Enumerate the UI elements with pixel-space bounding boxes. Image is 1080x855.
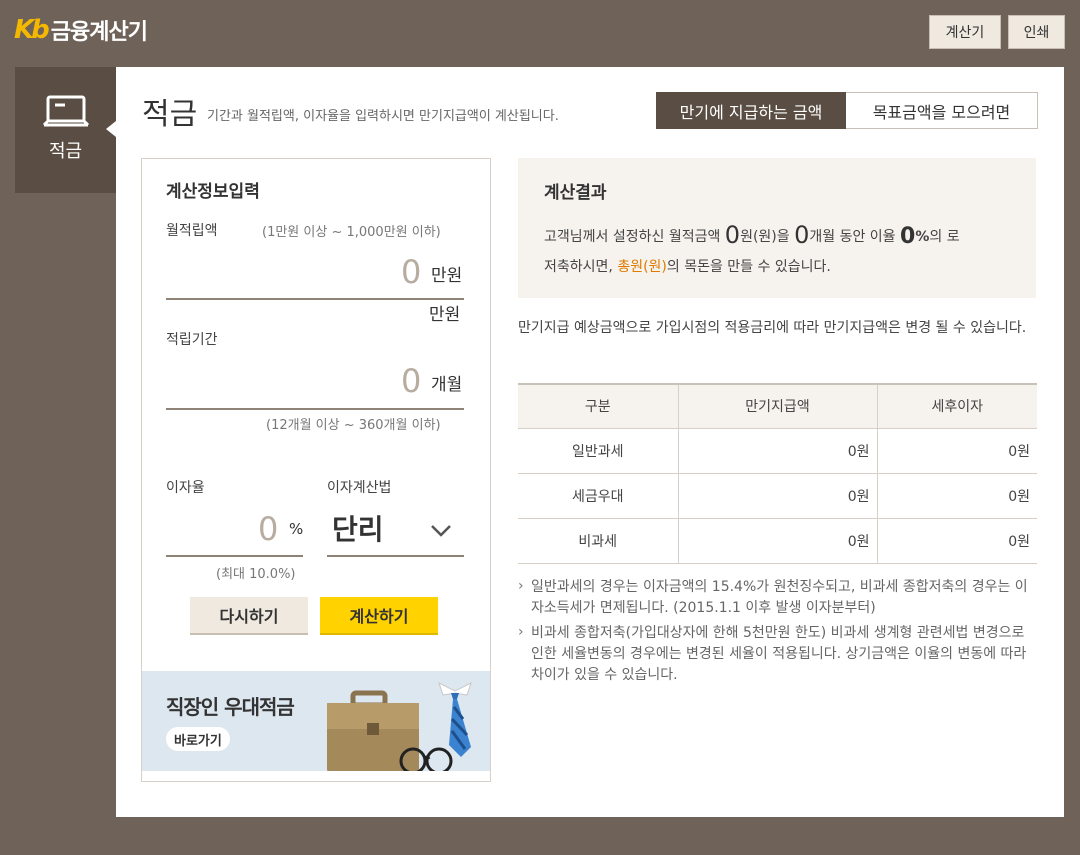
note-item: 일반과세의 경우는 이자금액의 15.4%가 원천징수되고, 비과세 종합저축의… — [518, 576, 1038, 619]
table-header-row: 구분 만기지급액 세후이자 — [518, 383, 1037, 429]
calculator-button[interactable]: 계산기 — [929, 15, 1001, 49]
period-unit: 개월 — [431, 375, 463, 395]
method-label: 이자계산법 — [327, 480, 392, 496]
table-cell: 0원 — [876, 428, 1037, 474]
calculate-button[interactable]: 계산하기 — [320, 597, 438, 635]
monthly-amount-hint: (1만원 이상 ~ 1,000만원 이하) — [262, 225, 441, 240]
table-cell: 0원 — [677, 428, 877, 474]
table-cell: 세금우대 — [518, 473, 678, 519]
table-header-category: 구분 — [518, 383, 678, 429]
result-text: 고객님께서 설정하신 월적금액 0원(원)을 0개월 동안 이율 0%의 로 저축… — [544, 220, 1024, 282]
tab-maturity-amount[interactable]: 만기에 지급하는 금액 — [656, 92, 846, 129]
period-underline — [166, 408, 464, 410]
table-cell: 비과세 — [518, 518, 678, 564]
maturity-notice: 만기지급 예상금액으로 가입시점의 적용금리에 따라 만기지급액은 변경 될 수… — [518, 320, 1027, 336]
monthly-amount-unit: 만원 — [431, 266, 463, 286]
period-hint: (12개월 이상 ~ 360개월 이하) — [266, 418, 441, 433]
result-total: 총원(원) — [617, 259, 667, 275]
app-logo: Kb 금융계산기 — [14, 14, 148, 46]
result-text-part: 의 목돈을 만들 수 있습니다. — [666, 259, 831, 275]
sidebar-item-savings[interactable]: 적금 — [15, 67, 116, 193]
monthly-amount-sub-unit: 만원 — [429, 305, 461, 325]
active-pointer — [106, 121, 116, 137]
rate-unit: % — [289, 520, 304, 538]
reset-button[interactable]: 다시하기 — [190, 597, 308, 635]
sidebar-item-label: 적금 — [48, 141, 83, 162]
tab-target-amount[interactable]: 목표금액을 모으려면 — [846, 92, 1038, 129]
rate-label: 이자율 — [166, 480, 205, 496]
table-row: 비과세 0원 0원 — [518, 518, 1037, 564]
page-title: 적금 — [142, 97, 198, 132]
period-input[interactable]: 0 — [401, 362, 421, 400]
table-row: 세금우대 0원 0원 — [518, 473, 1037, 519]
method-underline — [327, 555, 464, 557]
note-item: 비과세 종합저축(가입대상자에 한해 5천만원 한도) 비과세 생계형 관련세법… — [518, 622, 1038, 686]
print-button[interactable]: 인쇄 — [1008, 15, 1065, 49]
period-label: 적립기간 — [166, 332, 218, 348]
page-description: 기간과 월적립액, 이자율을 입력하시면 만기지급액이 계산됩니다. — [207, 109, 559, 124]
notes-list: 일반과세의 경우는 이자금액의 15.4%가 원천징수되고, 비과세 종합저축의… — [518, 576, 1038, 690]
banner-title: 직장인 우대적금 — [166, 695, 295, 719]
result-text-part: 의 로 — [929, 229, 960, 245]
result-text-part: 저축하시면, — [544, 259, 618, 275]
table-cell: 일반과세 — [518, 428, 678, 474]
interest-method-select[interactable]: 단리 — [332, 508, 384, 548]
result-summary: 계산결과 고객님께서 설정하신 월적금액 0원(원)을 0개월 동안 이율 0%… — [518, 158, 1036, 298]
table-cell: 0원 — [677, 473, 877, 519]
result-rate: 0 — [900, 224, 916, 249]
promo-banner[interactable]: 직장인 우대적금 바로가기 — [142, 671, 490, 771]
result-rate-unit: % — [915, 229, 930, 245]
banner-link-button[interactable]: 바로가기 — [166, 727, 230, 751]
briefcase-tie-glasses-illustration — [327, 682, 472, 771]
chevron-down-icon[interactable] — [430, 524, 452, 538]
result-text-part: 고객님께서 설정하신 월적금액 — [544, 229, 725, 245]
table-row: 일반과세 0원 0원 — [518, 428, 1037, 474]
app-title: 금융계산기 — [50, 20, 148, 45]
rate-hint: (최대 10.0%) — [216, 567, 296, 582]
main-panel: 적금 기간과 월적립액, 이자율을 입력하시면 만기지급액이 계산됩니다. 만기… — [116, 67, 1064, 817]
table-cell: 0원 — [876, 473, 1037, 519]
kb-logo-mark: Kb — [14, 15, 50, 45]
table-cell: 0원 — [677, 518, 877, 564]
result-text-part: 개월 동안 이율 — [809, 229, 901, 245]
savings-book-icon — [42, 95, 89, 127]
input-panel-title: 계산정보입력 — [166, 182, 260, 202]
result-amount: 0 — [724, 221, 741, 249]
monthly-amount-input[interactable]: 0 — [401, 253, 421, 291]
table-header-after-tax: 세후이자 — [876, 383, 1037, 429]
mode-tabs: 만기에 지급하는 금액 목표금액을 모으려면 — [656, 92, 1038, 129]
table-cell: 0원 — [876, 518, 1037, 564]
rate-underline — [166, 555, 303, 557]
result-months: 0 — [794, 221, 810, 249]
monthly-amount-label: 월적립액 — [166, 223, 218, 239]
result-table: 구분 만기지급액 세후이자 일반과세 0원 0원 세금우대 0원 0원 비과세 … — [518, 383, 1037, 564]
table-header-maturity: 만기지급액 — [677, 383, 877, 429]
rate-input[interactable]: 0 — [258, 510, 278, 548]
result-title: 계산결과 — [544, 183, 607, 203]
input-panel: 계산정보입력 월적립액 (1만원 이상 ~ 1,000만원 이하) 0 만원 만… — [141, 158, 491, 782]
monthly-amount-underline — [166, 298, 464, 300]
result-text-part: 원(원)을 — [740, 229, 795, 245]
